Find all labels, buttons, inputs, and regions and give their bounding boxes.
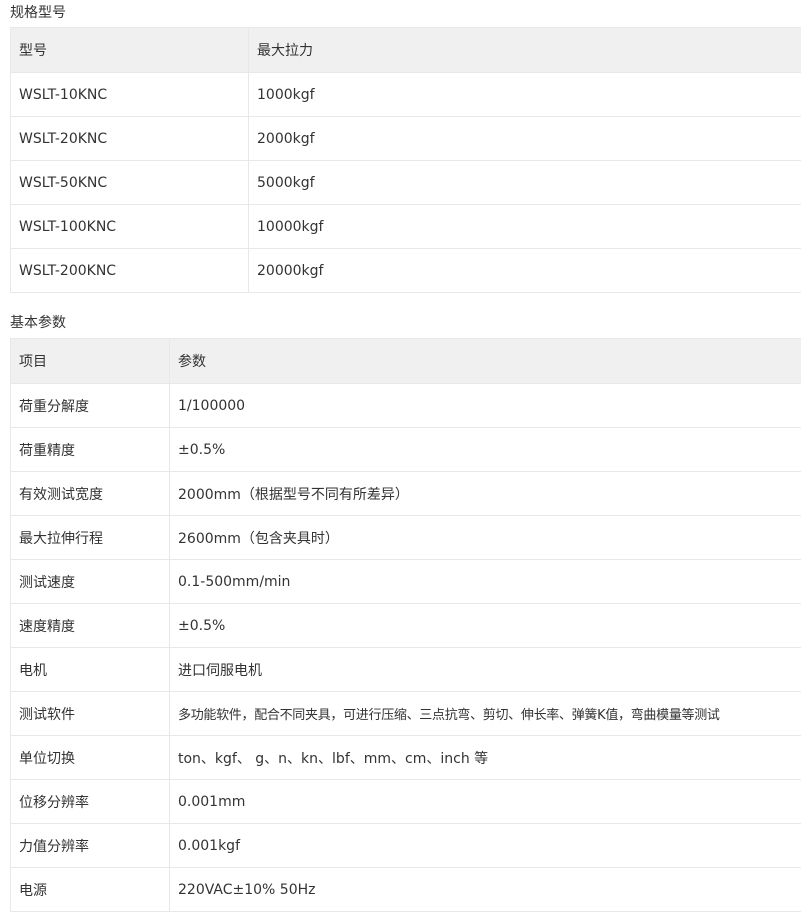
value-cell: 进口伺服电机: [169, 647, 801, 692]
value-cell: 2600mm（包含夹具时）: [169, 515, 801, 560]
header-cell: 参数: [169, 338, 801, 384]
value-cell: 0.001kgf: [169, 823, 801, 868]
table-row: 速度精度 ±0.5%: [10, 603, 801, 648]
value-cell: 0.001mm: [169, 779, 801, 824]
value-cell: ±0.5%: [169, 427, 801, 472]
value-cell: 多功能软件，配合不同夹具，可进行压缩、三点抗弯、剪切、伸长率、弹簧K值，弯曲模量…: [169, 691, 801, 736]
table-row: 测试软件 多功能软件，配合不同夹具，可进行压缩、三点抗弯、剪切、伸长率、弹簧K值…: [10, 691, 801, 736]
table-row: WSLT-10KNC 1000kgf: [10, 72, 801, 117]
item-cell: 电机: [10, 647, 170, 692]
value-cell: ton、kgf、 g、n、kn、lbf、mm、cm、inch 等: [169, 735, 801, 780]
table-row: 电机 进口伺服电机: [10, 647, 801, 692]
model-cell: WSLT-100KNC: [10, 204, 249, 249]
model-cell: WSLT-50KNC: [10, 160, 249, 205]
table-row: 测试速度 0.1-500mm/min: [10, 559, 801, 604]
item-cell: 最大拉伸行程: [10, 515, 170, 560]
max-force-cell: 5000kgf: [248, 160, 801, 205]
param-table: 项目 参数 荷重分解度 1/100000 荷重精度 ±0.5% 有效测试宽度 2…: [10, 338, 801, 912]
max-force-cell: 10000kgf: [248, 204, 801, 249]
table-row: 单位切换 ton、kgf、 g、n、kn、lbf、mm、cm、inch 等: [10, 735, 801, 780]
item-cell: 单位切换: [10, 735, 170, 780]
value-cell: 1/100000: [169, 383, 801, 428]
table-row: WSLT-20KNC 2000kgf: [10, 116, 801, 161]
item-cell: 荷重分解度: [10, 383, 170, 428]
max-force-cell: 20000kgf: [248, 248, 801, 293]
item-cell: 荷重精度: [10, 427, 170, 472]
item-cell: 测试速度: [10, 559, 170, 604]
table-row: WSLT-200KNC 20000kgf: [10, 248, 801, 293]
table-row: 荷重精度 ±0.5%: [10, 427, 801, 472]
table-header-row: 项目 参数: [10, 338, 801, 384]
table-row: 位移分辨率 0.001mm: [10, 779, 801, 824]
spec-table: 型号 最大拉力 WSLT-10KNC 1000kgf WSLT-20KNC 20…: [10, 27, 801, 293]
item-cell: 位移分辨率: [10, 779, 170, 824]
header-cell: 型号: [10, 27, 249, 73]
table-header-row: 型号 最大拉力: [10, 27, 801, 73]
table-row: WSLT-50KNC 5000kgf: [10, 160, 801, 205]
model-cell: WSLT-10KNC: [10, 72, 249, 117]
header-cell: 项目: [10, 338, 170, 384]
value-cell: ±0.5%: [169, 603, 801, 648]
table-row: WSLT-100KNC 10000kgf: [10, 204, 801, 249]
model-cell: WSLT-200KNC: [10, 248, 249, 293]
table-row: 电源 220VAC±10% 50Hz: [10, 867, 801, 912]
max-force-cell: 2000kgf: [248, 116, 801, 161]
item-cell: 力值分辨率: [10, 823, 170, 868]
header-cell: 最大拉力: [248, 27, 801, 73]
item-cell: 电源: [10, 867, 170, 912]
spec-section-title: 规格型号: [10, 5, 66, 21]
param-section-title: 基本参数: [10, 315, 66, 331]
table-row: 最大拉伸行程 2600mm（包含夹具时）: [10, 515, 801, 560]
max-force-cell: 1000kgf: [248, 72, 801, 117]
item-cell: 测试软件: [10, 691, 170, 736]
item-cell: 有效测试宽度: [10, 471, 170, 516]
item-cell: 速度精度: [10, 603, 170, 648]
value-cell: 2000mm（根据型号不同有所差异）: [169, 471, 801, 516]
table-row: 荷重分解度 1/100000: [10, 383, 801, 428]
table-row: 有效测试宽度 2000mm（根据型号不同有所差异）: [10, 471, 801, 516]
value-cell: 220VAC±10% 50Hz: [169, 867, 801, 912]
table-row: 力值分辨率 0.001kgf: [10, 823, 801, 868]
value-cell: 0.1-500mm/min: [169, 559, 801, 604]
model-cell: WSLT-20KNC: [10, 116, 249, 161]
